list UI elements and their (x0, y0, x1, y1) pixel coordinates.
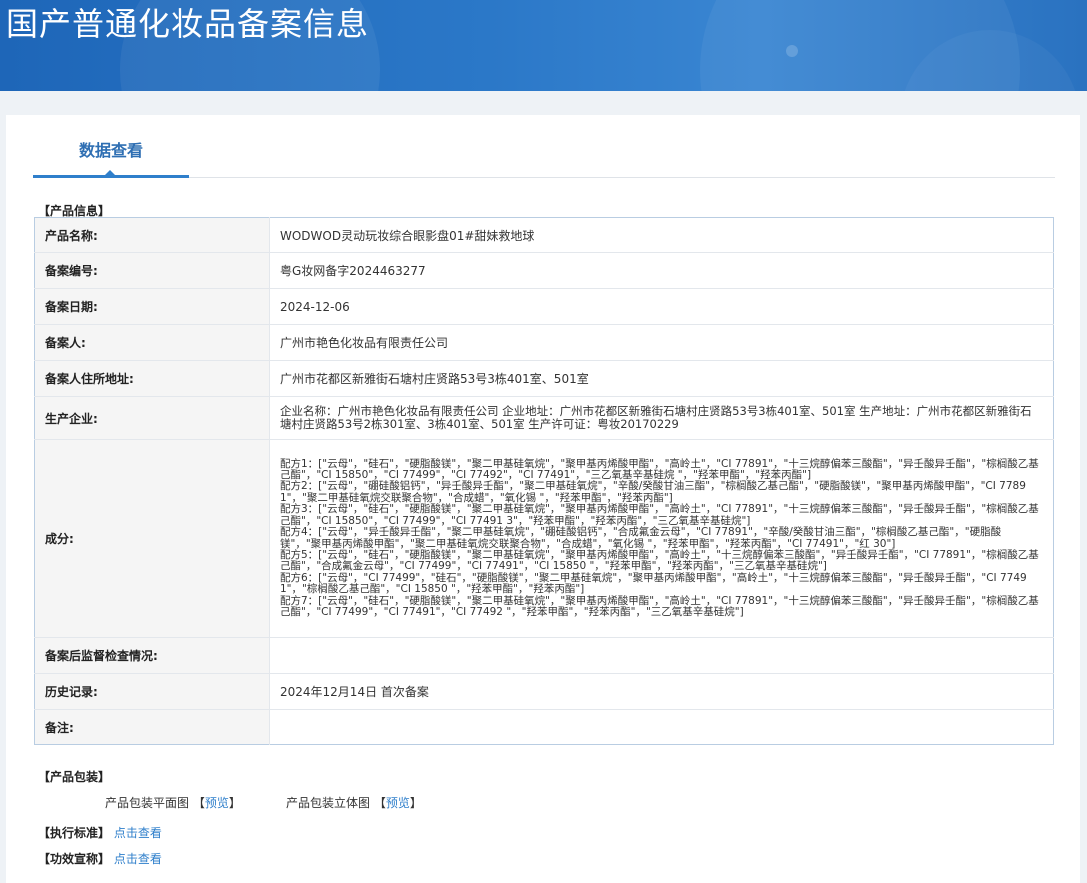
filer-value: 广州市艳色化妆品有限责任公司 (269, 324, 1054, 361)
main-panel: 数据查看 【产品信息】 产品名称: WODWOD灵动玩妆综合眼影盘01#甜妹救地… (6, 115, 1080, 883)
standard-label: 【执行标准】 (38, 826, 111, 840)
row-label: 备案人住所地址: (34, 360, 270, 397)
packaging-flat-label: 产品包装平面图 (105, 796, 190, 810)
formula-line: 配方5：["云母"，"硅石"，"硬脂酸镁"，"聚二甲基硅氧烷"，"聚甲基丙烯酸甲… (280, 548, 1039, 573)
table-row: 备案后监督检查情况: (34, 637, 1054, 674)
row-label: 备案编号: (34, 252, 270, 289)
efficacy-link[interactable]: 点击查看 (114, 852, 162, 866)
standard-row: 【执行标准】 点击查看 (38, 824, 162, 841)
supervision-value (269, 637, 1054, 674)
efficacy-label: 【功效宣称】 (38, 852, 111, 866)
tab-data-view[interactable]: 数据查看 (33, 115, 189, 178)
bracket: 【 (192, 796, 205, 810)
formula-line: 配方7：["云母"，"硅石"，"硬脂酸镁"，"聚二甲基硅氧烷"，"聚甲基丙烯酸甲… (280, 594, 1039, 618)
bracket: 】 (409, 796, 422, 810)
row-label: 备案后监督检查情况: (34, 637, 270, 674)
remarks-value (269, 709, 1054, 745)
formula-line: 配方3：["云母"，"硅石"，"硬脂酸镁"，"聚二甲基硅氧烷"，"聚甲基丙烯酸甲… (280, 503, 1039, 527)
table-row: 成分: 配方1：["云母"，"硅石"，"硬脂酸镁"，"聚二甲基硅氧烷"，"聚甲基… (34, 439, 1054, 638)
table-row: 备案日期: 2024-12-06 (34, 288, 1054, 325)
filing-date-value: 2024-12-06 (269, 288, 1054, 325)
packaging-solid: 产品包装立体图 【预览】 (286, 794, 422, 811)
header-banner: 国产普通化妆品备案信息 (0, 0, 1087, 91)
ingredients-value: 配方1：["云母"，"硅石"，"硬脂酸镁"，"聚二甲基硅氧烷"，"聚甲基丙烯酸甲… (269, 439, 1054, 638)
row-label: 备案日期: (34, 288, 270, 325)
table-row: 生产企业: 企业名称：广州市艳色化妆品有限责任公司 企业地址：广州市花都区新雅街… (34, 396, 1054, 440)
tab-label: 数据查看 (78, 141, 143, 160)
formula-line: 配方1：["云母"，"硅石"，"硬脂酸镁"，"聚二甲基硅氧烷"，"聚甲基丙烯酸甲… (280, 457, 1039, 482)
banner-decoration (786, 45, 798, 57)
table-row: 产品名称: WODWOD灵动玩妆综合眼影盘01#甜妹救地球 (34, 217, 1054, 253)
table-row: 备案人: 广州市艳色化妆品有限责任公司 (34, 324, 1054, 361)
formula-line: 配方6：["云母"，"CI 77499"，"硅石"，"硬脂酸镁"，"聚二甲基硅氧… (280, 571, 1027, 596)
bracket: 】 (228, 796, 241, 810)
row-label: 备注: (34, 709, 270, 745)
packaging-title: 【产品包装】 (38, 770, 111, 784)
filing-number-value: 粤G妆网备字2024463277 (269, 252, 1054, 289)
manufacturer-value: 企业名称：广州市艳色化妆品有限责任公司 企业地址：广州市花都区新雅街石塘村庄贤路… (269, 396, 1054, 440)
row-label: 备案人: (34, 324, 270, 361)
standard-link[interactable]: 点击查看 (114, 826, 162, 840)
row-label: 历史记录: (34, 673, 270, 710)
formula-line: 配方4：["云母"，"异壬酸异壬酯"，"聚二甲基硅氧烷"，"硼硅酸铝钙"，"合成… (280, 526, 1002, 550)
table-row: 备案编号: 粤G妆网备字2024463277 (34, 252, 1054, 289)
table-row: 备案人住所地址: 广州市花都区新雅街石塘村庄贤路53号3栋401室、501室 (34, 360, 1054, 397)
tab-bar: 数据查看 (33, 115, 1055, 178)
history-value: 2024年12月14日 首次备案 (269, 673, 1054, 710)
packaging-solid-label: 产品包装立体图 (286, 796, 371, 810)
packaging-flat: 产品包装平面图 【预览】 (105, 794, 241, 811)
preview-flat-link[interactable]: 预览 (205, 796, 229, 810)
preview-solid-link[interactable]: 预览 (386, 796, 410, 810)
formula-line: 配方2：["云母"，"硼硅酸铝钙"，"异壬酸异壬酯"，"聚二甲基硅氧烷"，"辛酸… (280, 480, 1026, 504)
filer-address-value: 广州市花都区新雅街石塘村庄贤路53号3栋401室、501室 (269, 360, 1054, 397)
tab-caret-icon (104, 170, 116, 176)
bracket: 【 (373, 796, 386, 810)
product-name-value: WODWOD灵动玩妆综合眼影盘01#甜妹救地球 (280, 228, 535, 243)
table-row: 备注: (34, 709, 1054, 745)
row-label: 产品名称: (34, 217, 270, 253)
page-title: 国产普通化妆品备案信息 (6, 5, 370, 43)
row-label: 成分: (34, 439, 270, 638)
product-info-table: 产品名称: WODWOD灵动玩妆综合眼影盘01#甜妹救地球 备案编号: 粤G妆网… (34, 217, 1054, 745)
table-row: 历史记录: 2024年12月14日 首次备案 (34, 673, 1054, 710)
efficacy-row: 【功效宣称】 点击查看 (38, 850, 162, 867)
row-label: 生产企业: (34, 396, 270, 440)
